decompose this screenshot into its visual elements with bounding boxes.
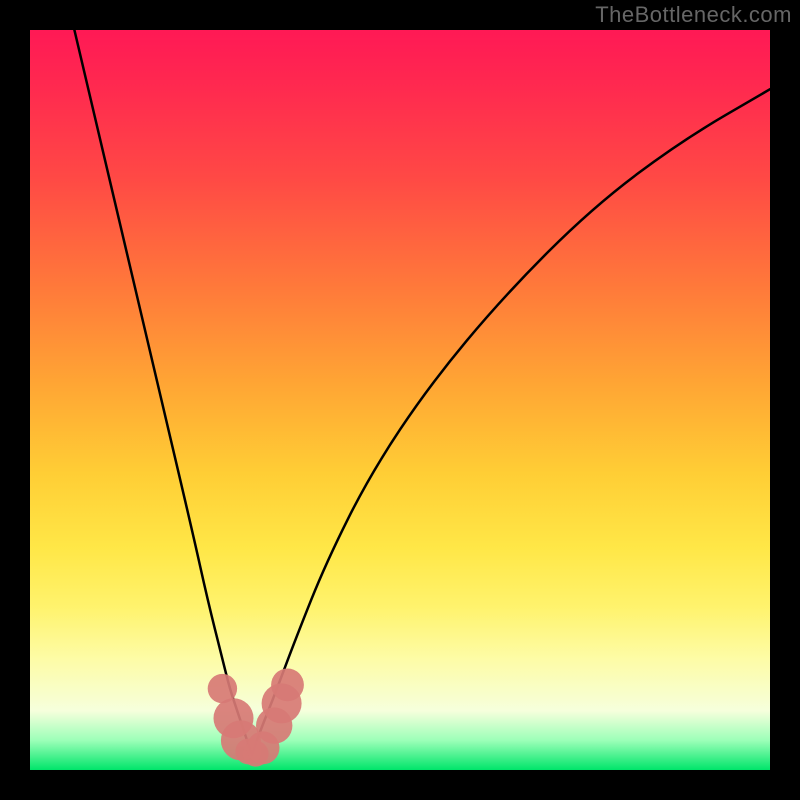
- marker-group: [208, 669, 304, 767]
- data-marker: [271, 669, 304, 702]
- chart-frame: TheBottleneck.com: [0, 0, 800, 800]
- curve-svg: [30, 30, 770, 770]
- watermark-text: TheBottleneck.com: [595, 2, 792, 28]
- curve-left-branch: [74, 30, 252, 755]
- plot-area: [30, 30, 770, 770]
- curve-right-branch: [252, 89, 770, 755]
